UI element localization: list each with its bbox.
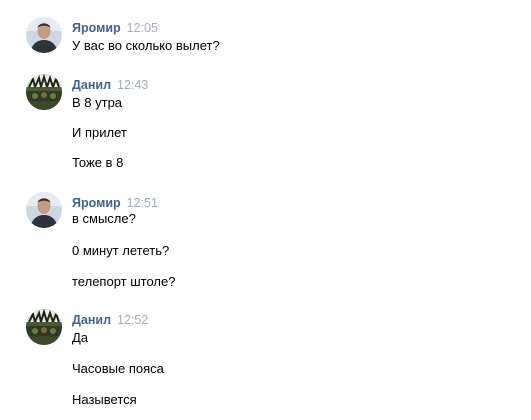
message-text: телепорт штоле? — [72, 274, 176, 289]
message-text: 0 минут лететь? — [72, 243, 170, 258]
message-text: Да — [72, 330, 89, 345]
message-text: в смысле? — [72, 211, 136, 226]
user-photo-icon — [26, 17, 62, 53]
author-name[interactable]: Данил — [72, 78, 111, 92]
message-text: Тоже в 8 — [72, 155, 124, 170]
avatar-danil[interactable] — [26, 74, 62, 110]
author-name[interactable]: Яромир — [72, 196, 121, 210]
message-text: И прилет — [72, 125, 127, 140]
message-time[interactable]: 12:52 — [117, 313, 148, 327]
user-photo-icon — [26, 192, 62, 228]
message-time[interactable]: 12:51 — [127, 196, 158, 210]
message-text: В 8 утра — [72, 95, 123, 110]
author-name[interactable]: Яромир — [72, 21, 121, 35]
message-text: Назывется — [72, 392, 137, 407]
message-header: Данил 12:43 — [72, 76, 148, 92]
message-time[interactable]: 12:43 — [117, 78, 148, 92]
message-header: Данил 12:52 — [72, 311, 148, 327]
avatar-yaromir[interactable] — [26, 192, 62, 228]
message-text: Часовые пояса — [72, 361, 164, 376]
message-time[interactable]: 12:05 — [127, 21, 158, 35]
message-header: Яромир 12:05 — [72, 19, 158, 35]
author-name[interactable]: Данил — [72, 313, 111, 327]
avatar-danil[interactable] — [26, 309, 62, 345]
message-header: Яромир 12:51 — [72, 194, 158, 210]
user-photo-icon — [26, 309, 62, 345]
chat-history: Яромир 12:05 У вас во сколько вылет? Дани… — [0, 0, 531, 420]
user-photo-icon — [26, 74, 62, 110]
message-text: У вас во сколько вылет? — [72, 38, 220, 53]
avatar-yaromir[interactable] — [26, 17, 62, 53]
